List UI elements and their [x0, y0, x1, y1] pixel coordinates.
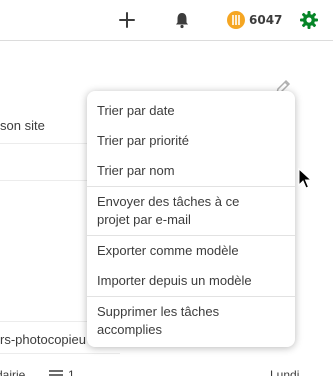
comment-count: 1: [68, 368, 75, 376]
karma-button[interactable]: 6047: [227, 9, 282, 31]
row-divider: [0, 180, 90, 181]
notifications-button[interactable]: [170, 8, 194, 32]
menu-item-export-template[interactable]: Exporter comme modèle: [87, 236, 295, 266]
project-label: dairie: [0, 368, 26, 376]
menu-item-email-tasks[interactable]: Envoyer des tâches à ce projet par e-mai…: [87, 187, 295, 235]
comment-icon: [49, 370, 63, 376]
settings-button[interactable]: [297, 8, 321, 32]
project-actions-menu: Trier par date Trier par priorité Trier …: [87, 91, 295, 347]
menu-item-sort-by-date[interactable]: Trier par date: [87, 96, 295, 126]
due-date: Lundi: [270, 368, 300, 376]
menu-item-sort-by-priority[interactable]: Trier par priorité: [87, 126, 295, 156]
app-window: 6047 son site rs-photocopieu dairie: [0, 0, 333, 376]
top-bar: 6047: [0, 0, 333, 40]
row-divider: [0, 353, 120, 354]
mouse-cursor-icon: [298, 168, 312, 189]
gear-icon: [300, 11, 318, 29]
menu-item-sort-by-name[interactable]: Trier par nom: [87, 156, 295, 186]
topbar-divider: [0, 40, 333, 41]
menu-item-delete-completed[interactable]: Supprimer les tâches accomplies: [87, 297, 295, 345]
menu-item-label: Supprimer les tâches: [97, 304, 220, 319]
task-row-text[interactable]: son site: [0, 118, 45, 133]
task-row-text[interactable]: rs-photocopieu: [0, 332, 86, 347]
plus-icon: [119, 12, 135, 28]
bell-icon: [176, 13, 188, 29]
karma-coin-icon: [227, 11, 245, 29]
karma-count: 6047: [249, 13, 283, 27]
add-task-button[interactable]: [115, 8, 139, 32]
menu-item-import-template[interactable]: Importer depuis un modèle: [87, 266, 295, 296]
menu-item-label: Envoyer des tâches à ce: [97, 194, 240, 209]
menu-item-label: projet par e-mail: [97, 212, 191, 227]
row-divider: [0, 321, 90, 322]
menu-item-label: accomplies: [97, 322, 163, 337]
